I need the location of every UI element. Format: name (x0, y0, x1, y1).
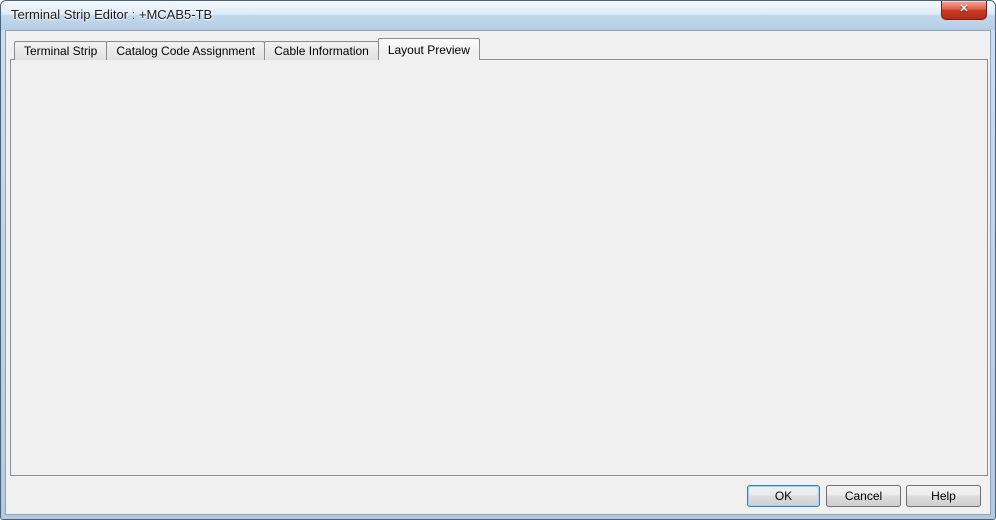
dialog-body: Terminal Strip Catalog Code Assignment Cab… (5, 30, 991, 515)
window-title: Terminal Strip Editor : +MCAB5-TB (11, 7, 213, 22)
help-button[interactable]: Help (906, 485, 981, 507)
title-bar: Terminal Strip Editor : +MCAB5-TB ✕ (1, 1, 995, 30)
tab-cable-information[interactable]: Cable Information (264, 41, 379, 60)
tab-label: Catalog Code Assignment (116, 44, 256, 58)
close-button[interactable]: ✕ (941, 1, 987, 20)
close-icon: ✕ (959, 3, 969, 15)
tab-strip: Terminal Strip Catalog Code Assignment Cab… (14, 38, 480, 60)
ok-button[interactable]: OK (747, 485, 820, 507)
terminal-strip-editor-dialog: Terminal Strip Editor : +MCAB5-TB ✕ Term… (0, 0, 996, 520)
tab-label: Cable Information (274, 44, 369, 58)
tab-label: Layout Preview (387, 43, 470, 57)
tab-layout-preview[interactable]: Layout Preview (377, 38, 480, 60)
tab-catalog-code-assignment[interactable]: Catalog Code Assignment (106, 41, 266, 60)
layout-preview-tab-page (10, 59, 988, 476)
tab-label: Terminal Strip (24, 44, 98, 58)
cancel-button[interactable]: Cancel (826, 485, 901, 507)
tab-terminal-strip[interactable]: Terminal Strip (14, 41, 108, 60)
